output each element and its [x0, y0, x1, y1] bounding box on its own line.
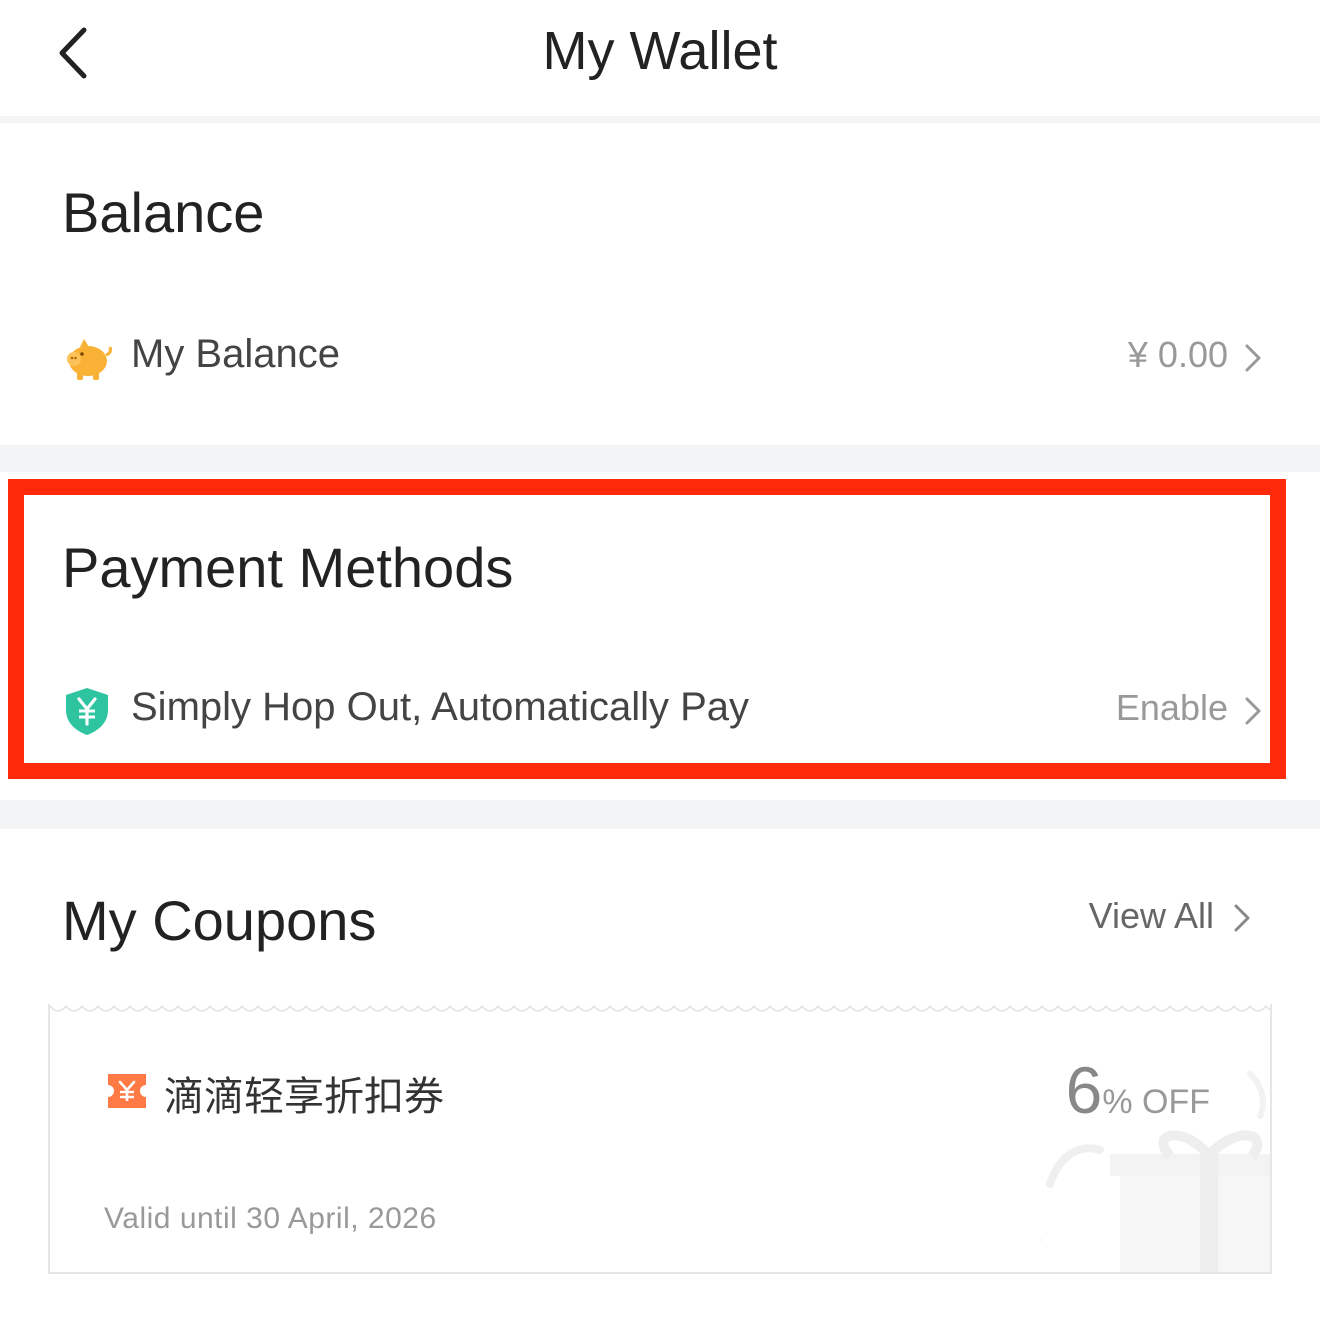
auto-pay-row[interactable]: Simply Hop Out, Automatically Pay Enable: [0, 667, 1320, 753]
coupon-discount: 6% OFF: [1066, 1052, 1210, 1128]
section-divider: [0, 800, 1320, 829]
my-balance-label: My Balance: [131, 332, 340, 376]
chevron-right-icon: [1245, 344, 1261, 372]
balance-section-title: Balance: [62, 181, 265, 244]
my-balance-row[interactable]: My Balance ¥ 0.00: [0, 314, 1320, 400]
ticket-yuan-icon: [108, 1074, 146, 1108]
discount-unit: % OFF: [1102, 1083, 1210, 1121]
auto-pay-label: Simply Hop Out, Automatically Pay: [131, 685, 750, 729]
piggy-bank-icon: [67, 339, 112, 380]
balance-amount: ¥ 0.00: [1127, 334, 1228, 375]
page-title: My Wallet: [542, 21, 778, 81]
coupons-section-title: My Coupons: [62, 889, 377, 952]
chevron-right-icon: [1245, 697, 1261, 725]
coupon-name: 滴滴轻享折扣券: [164, 1074, 444, 1120]
coupon-card[interactable]: 滴滴轻享折扣券 6% OFF Valid until 30 April, 202…: [48, 1004, 1272, 1274]
chevron-right-icon[interactable]: [1232, 902, 1252, 934]
header-divider: [0, 116, 1320, 123]
view-all-link[interactable]: View All: [1089, 895, 1214, 937]
enable-link[interactable]: Enable: [1116, 687, 1228, 729]
payment-methods-section-title: Payment Methods: [62, 536, 514, 599]
discount-value: 6: [1065, 1053, 1103, 1127]
shield-yuan-icon: [66, 688, 108, 735]
section-divider: [0, 445, 1320, 472]
coupon-validity: Valid until 30 April, 2026: [104, 1202, 437, 1235]
top-nav-bar: My Wallet: [0, 0, 1320, 116]
coupon-scalloped-edge: [50, 1004, 1270, 1016]
